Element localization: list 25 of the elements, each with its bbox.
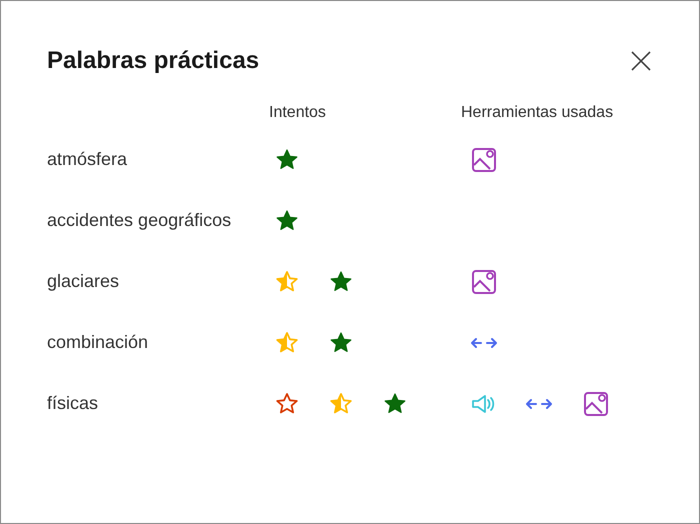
double-arrow-icon bbox=[471, 336, 497, 348]
close-button[interactable] bbox=[629, 49, 653, 73]
filled-star-icon bbox=[275, 148, 299, 172]
half-star-icon bbox=[275, 270, 299, 294]
filled-star-icon bbox=[329, 330, 353, 354]
double-arrow-icon bbox=[526, 398, 552, 410]
column-header: Herramientas usadas bbox=[461, 103, 614, 123]
filled-star-icon bbox=[329, 270, 353, 294]
column-header: Intentos bbox=[269, 103, 326, 123]
filled-star-icon bbox=[275, 208, 299, 232]
image-icon bbox=[583, 390, 609, 416]
image-icon bbox=[471, 268, 497, 294]
outline-star-icon bbox=[275, 392, 299, 416]
filled-star-icon bbox=[383, 392, 407, 416]
half-star-icon bbox=[275, 330, 299, 354]
speaker-icon bbox=[471, 392, 495, 414]
word-label: glaciares bbox=[47, 270, 120, 293]
word-label: combinación bbox=[47, 331, 150, 354]
word-label: atmósfera bbox=[47, 148, 128, 171]
image-icon bbox=[471, 146, 497, 172]
word-label: físicas bbox=[47, 392, 100, 415]
dialog-title: Palabras prácticas bbox=[47, 46, 260, 76]
word-label: accidentes geográficos bbox=[47, 209, 232, 232]
close-icon bbox=[630, 50, 652, 72]
half-star-icon bbox=[329, 392, 353, 416]
